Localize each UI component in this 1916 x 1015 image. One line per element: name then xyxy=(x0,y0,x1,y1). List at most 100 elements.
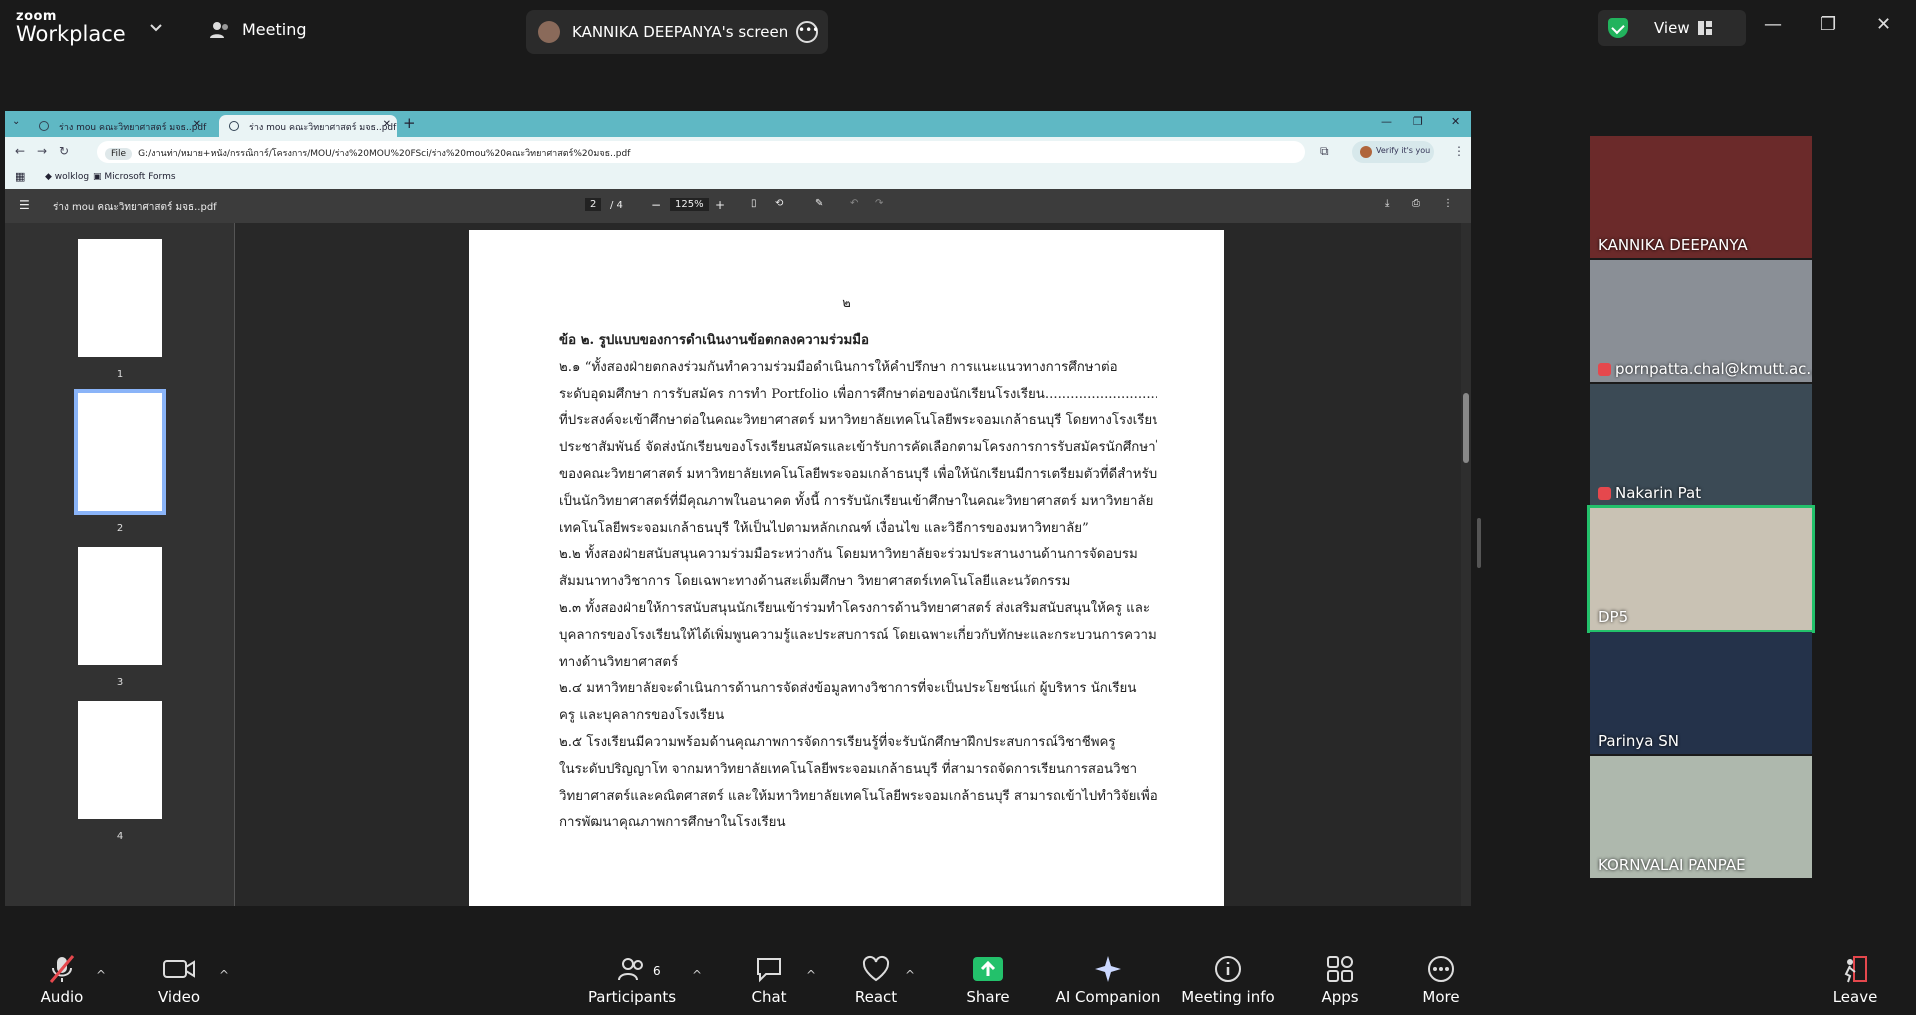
participant-tile[interactable]: pornpatta.chal@kmutt.ac.... xyxy=(1590,260,1812,382)
zoom-in-icon[interactable]: + xyxy=(715,198,725,212)
zoom-out-icon[interactable]: − xyxy=(651,198,661,212)
address-bar-row: ← → ↻ File G:/งานท่า/หมาย+หนัง/กรรณิการ์/… xyxy=(5,137,1471,167)
audio-options-icon[interactable]: ^ xyxy=(96,968,106,982)
microphone-muted-icon xyxy=(49,955,75,983)
page-text: ข้อ ๒. รูปแบบของการดำเนินงานข้อตกลงความร… xyxy=(559,328,1157,837)
new-tab-icon[interactable]: + xyxy=(403,114,416,132)
chevron-down-icon[interactable] xyxy=(148,20,164,36)
browser-restore-icon[interactable]: ❐ xyxy=(1413,115,1423,128)
page-input[interactable]: 2 xyxy=(585,198,602,211)
text-line: ๒.๒ ทั้งสองฝ่ายสนับสนุนความร่วมมือระหว่า… xyxy=(559,547,1138,563)
apps-icon[interactable]: ▦ xyxy=(15,170,25,183)
url-field[interactable]: File G:/งานท่า/หมาย+หนัง/กรรณิการ์/โครงกา… xyxy=(97,141,1305,163)
pdf-title: ร่าง mou คณะวิทยาศาสตร์ มจธ..pdf xyxy=(53,202,217,213)
page-thumbnail[interactable] xyxy=(78,239,162,357)
browser-tab-bar: ⌄ ร่าง mou คณะวิทยาศาสตร์ มจธ..pdf ✕ ร่าง… xyxy=(5,111,1471,137)
resize-handle[interactable] xyxy=(1477,518,1481,568)
browser-tab-active[interactable]: ร่าง mou คณะวิทยาศาสตร์ มจธ..pdf ✕ xyxy=(219,115,397,137)
participants-count: 6 xyxy=(653,964,661,978)
video-options-icon[interactable]: ^ xyxy=(219,968,229,982)
text-line: ครู และบุคลากรของโรงเรียน xyxy=(559,708,725,724)
participant-tile[interactable]: Parinya SN xyxy=(1590,632,1812,754)
text-line: การพัฒนาคุณภาพการศึกษาในโรงเรียน xyxy=(559,815,786,831)
shield-icon xyxy=(1608,18,1628,38)
react-options-icon[interactable]: ^ xyxy=(905,968,915,982)
participant-tile[interactable]: DP5 xyxy=(1587,505,1815,633)
annotate-icon[interactable]: ✎ xyxy=(815,198,823,209)
text-line: ๒.๓ ทั้งสองฝ่ายให้การสนับสนุนนักเรียนเข้… xyxy=(559,600,1151,616)
participant-name: Parinya SN xyxy=(1598,732,1679,750)
meeting-toolbar: Audio ^ Video ^ Participants 6 ^ Chat ^ … xyxy=(0,946,1916,1015)
section-heading: ข้อ ๒. รูปแบบของการดำเนินงานข้อตกลงความร… xyxy=(559,333,869,348)
forward-icon[interactable]: → xyxy=(37,144,47,158)
participant-name: KANNIKA DEEPANYA xyxy=(1598,236,1748,254)
participant-name: pornpatta.chal@kmutt.ac.... xyxy=(1598,360,1812,378)
view-button[interactable]: View xyxy=(1598,10,1746,46)
apps-icon xyxy=(1327,956,1353,982)
grid-icon xyxy=(1697,21,1712,35)
meeting-info-button[interactable]: Meeting info xyxy=(1173,954,1283,1006)
text-line: ๒.๔ มหาวิทยาลัยจะดำเนินการด้านการจัดส่งข… xyxy=(559,681,1137,697)
profile-button[interactable]: Verify it's you xyxy=(1352,141,1434,163)
tab-search-icon[interactable]: ⌄ xyxy=(12,116,20,127)
close-icon[interactable]: ✕ xyxy=(1876,14,1891,35)
participants-button[interactable]: Participants xyxy=(577,954,687,1006)
muted-icon xyxy=(1598,486,1611,500)
scrollbar[interactable] xyxy=(1461,223,1471,906)
participant-tile[interactable]: KANNIKA DEEPANYA xyxy=(1590,136,1812,258)
more-icon[interactable]: ••• xyxy=(796,21,819,43)
bookmark-item[interactable]: ▣ Microsoft Forms xyxy=(93,172,176,182)
hamburger-icon[interactable]: ☰ xyxy=(19,198,30,212)
apps-button[interactable]: Apps xyxy=(1285,954,1395,1006)
bookmark-item[interactable]: ◆ wolklog xyxy=(45,172,89,182)
top-bar: zoom Workplace Meeting KANNIKA DEEPANYA's… xyxy=(0,0,1916,56)
share-screen-icon xyxy=(973,957,1003,981)
more-button[interactable]: More xyxy=(1386,954,1496,1006)
shared-screen: ⌄ ร่าง mou คณะวิทยาศาสตร์ มจธ..pdf ✕ ร่าง… xyxy=(5,111,1471,906)
minimize-icon[interactable]: — xyxy=(1764,14,1782,35)
download-icon[interactable]: ⤓ xyxy=(1385,198,1389,209)
camera-icon xyxy=(163,960,195,978)
leave-icon xyxy=(1844,956,1867,983)
participant-tile[interactable]: Nakarin Pat xyxy=(1590,384,1812,506)
ai-companion-button[interactable]: AI Companion xyxy=(1053,954,1163,1006)
fit-page-icon[interactable]: ▯ xyxy=(751,198,757,209)
participant-name: Nakarin Pat xyxy=(1598,484,1701,502)
browser-minimize-icon[interactable]: — xyxy=(1381,115,1392,128)
print-icon[interactable]: ⎙ xyxy=(1412,198,1420,209)
back-icon[interactable]: ← xyxy=(15,144,25,158)
page-thumbnail-selected[interactable] xyxy=(74,389,166,515)
share-button[interactable]: Share xyxy=(933,954,1043,1006)
sparkle-icon xyxy=(1095,956,1121,982)
browser-tab[interactable]: ร่าง mou คณะวิทยาศาสตร์ มจธ..pdf ✕ xyxy=(29,115,207,137)
page-thumbnail[interactable] xyxy=(78,701,162,819)
undo-icon[interactable]: ↶ xyxy=(850,198,858,209)
screen-share-indicator[interactable]: KANNIKA DEEPANYA's screen ••• xyxy=(526,10,828,54)
thumbnail-label: 2 xyxy=(116,523,124,534)
participants-options-icon[interactable]: ^ xyxy=(692,968,702,982)
extensions-icon[interactable]: ⧉ xyxy=(1320,144,1329,159)
page-number: ๒ xyxy=(842,296,851,311)
zoom-input[interactable]: 125% xyxy=(670,198,709,211)
rotate-icon[interactable]: ⟲ xyxy=(775,198,783,209)
leave-button[interactable]: Leave xyxy=(1800,954,1910,1006)
text-line: ของคณะวิทยาศาสตร์ มหาวิทยาลัยเทคโนโลยีพร… xyxy=(559,466,1157,482)
more-vert-icon[interactable]: ⋮ xyxy=(1443,198,1453,209)
close-tab-icon[interactable]: ✕ xyxy=(193,119,201,130)
redo-icon[interactable]: ↷ xyxy=(875,198,883,209)
page-thumbnail[interactable] xyxy=(78,547,162,665)
restore-icon[interactable]: ❐ xyxy=(1820,14,1836,35)
people-icon xyxy=(210,21,228,38)
close-tab-icon[interactable]: ✕ xyxy=(383,119,391,130)
meeting-button[interactable]: Meeting xyxy=(210,20,307,39)
video-button[interactable]: Video xyxy=(124,954,234,1006)
globe-icon xyxy=(39,121,49,131)
participant-tile[interactable]: KORNVALAI PANPAE xyxy=(1590,756,1812,878)
reload-icon[interactable]: ↻ xyxy=(59,144,69,158)
text-line: ในระดับปริญญาโท จากมหาวิทยาลัยเทคโนโลยีพ… xyxy=(559,761,1138,777)
bookmarks-bar: ▦ ◆ wolklog ▣ Microsoft Forms xyxy=(5,167,1471,189)
thumbnail-label: 4 xyxy=(116,831,124,842)
browser-close-icon[interactable]: ✕ xyxy=(1451,115,1460,128)
chat-options-icon[interactable]: ^ xyxy=(806,968,816,982)
menu-icon[interactable]: ⋮ xyxy=(1453,144,1465,158)
